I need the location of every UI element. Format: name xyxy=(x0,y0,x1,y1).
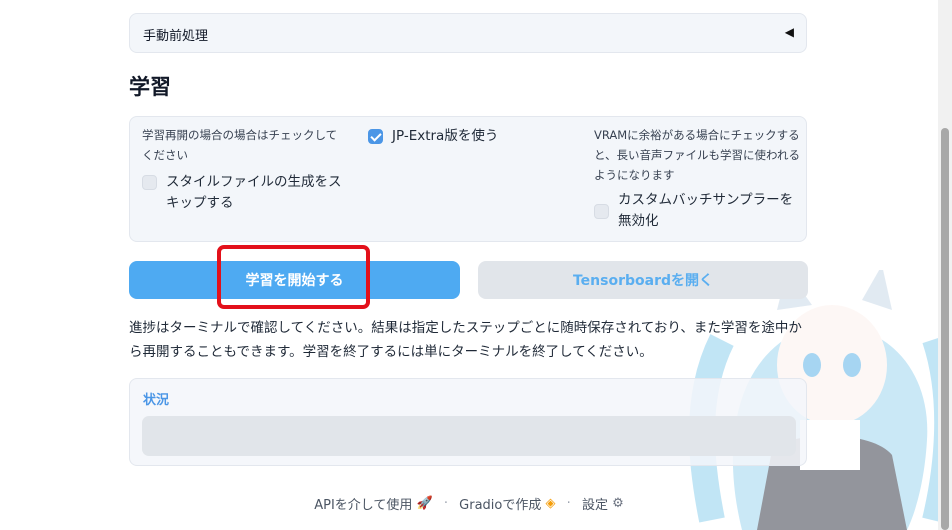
footer: APIを介して使用 🚀 · Gradioで作成 ◈ · 設定 ⚙ xyxy=(0,494,938,513)
skip-style-checkbox[interactable] xyxy=(142,175,157,190)
scrollbar-thumb[interactable] xyxy=(941,128,949,530)
custom-batch-checkbox[interactable] xyxy=(594,204,609,219)
open-tensorboard-button[interactable]: Tensorboardを開く xyxy=(478,261,808,299)
section-title: 学習 xyxy=(129,75,171,99)
training-options-panel: 学習再開の場合の場合はチェックしてください スタイルファイルの生成をスキップする… xyxy=(129,116,807,242)
jp-extra-label: JP-Extra版を使う xyxy=(392,128,499,144)
custom-batch-checkbox-row[interactable]: カスタムバッチサンプラーを無効化 xyxy=(594,190,799,232)
status-output xyxy=(142,416,796,456)
skip-style-label: スタイルファイルの生成をスキップする xyxy=(166,174,342,211)
settings-link[interactable]: 設定 xyxy=(582,498,608,513)
jp-extra-checkbox[interactable] xyxy=(368,129,383,144)
resume-info-text: 学習再開の場合の場合はチェックしてください xyxy=(142,128,338,162)
api-link[interactable]: APIを介して使用 xyxy=(314,498,412,513)
custom-batch-label: カスタムバッチサンプラーを無効化 xyxy=(618,192,794,229)
status-label: 状況 xyxy=(143,393,170,408)
gradio-logo-icon: ◈ xyxy=(545,496,556,511)
vram-info-text: VRAMに余裕がある場合にチェックすると、長い音声ファイルも学習に使われるように… xyxy=(594,128,800,182)
triangle-left-icon[interactable]: ◀ xyxy=(785,25,794,39)
footer-separator: · xyxy=(566,496,571,511)
accordion-label: 手動前処理 xyxy=(143,29,209,44)
footer-separator: · xyxy=(443,496,449,511)
training-description: 進捗はターミナルで確認してください。結果は指定したステップごとに随時保存されてお… xyxy=(129,320,802,360)
gear-icon[interactable]: ⚙ xyxy=(612,496,624,511)
gradio-link[interactable]: Gradioで作成 xyxy=(459,498,541,513)
status-panel: 状況 xyxy=(129,378,807,466)
preprocess-accordion[interactable]: 手動前処理 ◀ xyxy=(129,13,807,53)
rocket-icon: 🚀 xyxy=(416,496,433,511)
skip-style-checkbox-row[interactable]: スタイルファイルの生成をスキップする xyxy=(142,172,352,214)
start-training-button[interactable]: 学習を開始する xyxy=(129,261,460,299)
jp-extra-checkbox-row[interactable]: JP-Extra版を使う xyxy=(368,126,568,147)
